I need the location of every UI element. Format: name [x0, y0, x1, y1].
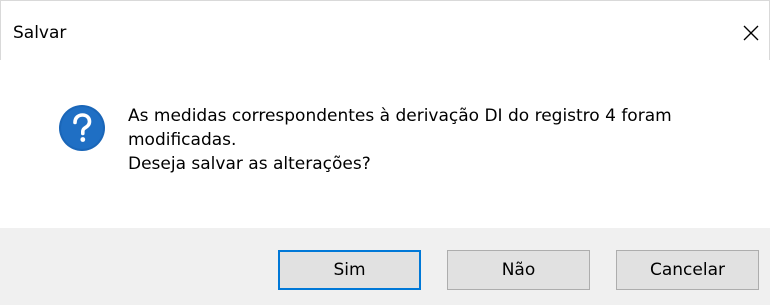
cancel-button[interactable]: Cancelar: [616, 250, 759, 290]
no-button[interactable]: Não: [447, 250, 590, 290]
question-icon: [59, 105, 105, 151]
save-dialog: Salvar As medidas correspondentes à deri…: [0, 0, 770, 305]
close-button[interactable]: [736, 18, 766, 48]
dialog-content: As medidas correspondentes à derivação D…: [0, 60, 770, 228]
yes-button[interactable]: Sim: [278, 250, 421, 290]
message-line-1: As medidas correspondentes à derivação D…: [128, 106, 672, 126]
close-icon: [743, 25, 759, 41]
dialog-border-top: [0, 0, 770, 1]
dialog-title: Salvar: [13, 23, 67, 43]
message-line-3: Deseja salvar as alterações?: [128, 154, 371, 174]
dialog-message: As medidas correspondentes à derivação D…: [128, 104, 748, 176]
message-line-2: modificadas.: [128, 130, 237, 150]
